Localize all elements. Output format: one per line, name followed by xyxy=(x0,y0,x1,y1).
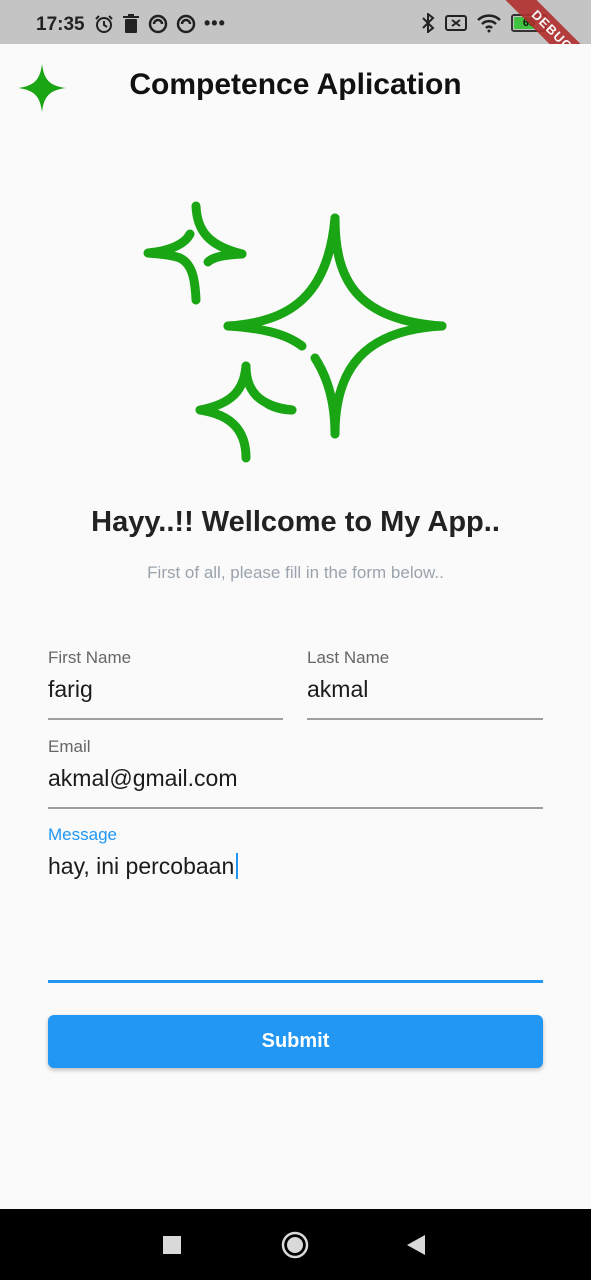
first-name-label: First Name xyxy=(48,648,132,667)
navigation-bar xyxy=(0,1209,591,1280)
home-icon xyxy=(281,1231,309,1258)
status-bar: 17:35 ••• 65 DEBUG xyxy=(0,0,591,92)
first-name-underline xyxy=(48,718,283,720)
last-name-underline xyxy=(307,718,543,720)
email-field[interactable]: Email akmal@gmail.com xyxy=(48,737,543,809)
status-time: 17:35 xyxy=(36,14,85,35)
email-input[interactable]: akmal@gmail.com xyxy=(48,765,543,792)
status-icons-left: ••• xyxy=(94,13,226,34)
sync-icon xyxy=(176,14,196,33)
last-name-field[interactable]: Last Name akmal xyxy=(307,648,543,720)
app-title: Competence Aplication xyxy=(129,68,462,101)
app-bar: Competence Aplication xyxy=(0,44,591,134)
first-name-input[interactable]: farig xyxy=(48,676,283,703)
submit-button[interactable]: Submit xyxy=(48,1015,543,1068)
message-underline xyxy=(48,980,543,983)
wifi-icon xyxy=(477,14,501,33)
back-button[interactable] xyxy=(386,1209,446,1280)
trash-icon xyxy=(123,13,139,33)
more-icon: ••• xyxy=(204,13,226,33)
last-name-label: Last Name xyxy=(307,648,390,667)
sim-off-icon xyxy=(445,15,467,31)
first-name-field[interactable]: First Name farig xyxy=(48,648,283,720)
message-text: hay, ini percobaan xyxy=(48,853,235,879)
email-label: Email xyxy=(48,737,91,756)
last-name-input[interactable]: akmal xyxy=(307,676,543,703)
message-input[interactable]: hay, ini percobaan xyxy=(48,853,543,880)
recent-apps-button[interactable] xyxy=(142,1209,202,1280)
welcome-title: Hayy..!! Wellcome to My App.. xyxy=(91,506,500,538)
message-field[interactable]: Message hay, ini percobaan xyxy=(48,825,543,985)
sync-icon xyxy=(148,14,168,33)
message-label: Message xyxy=(48,825,117,844)
sparkles-icon xyxy=(143,201,447,463)
recent-apps-icon xyxy=(163,1235,181,1254)
home-button[interactable] xyxy=(265,1209,325,1280)
text-caret xyxy=(236,853,239,879)
bluetooth-icon xyxy=(422,13,435,33)
welcome-subtitle: First of all, please fill in the form be… xyxy=(147,563,444,582)
back-icon xyxy=(407,1234,425,1255)
alarm-icon xyxy=(95,14,113,33)
email-underline xyxy=(48,807,543,809)
